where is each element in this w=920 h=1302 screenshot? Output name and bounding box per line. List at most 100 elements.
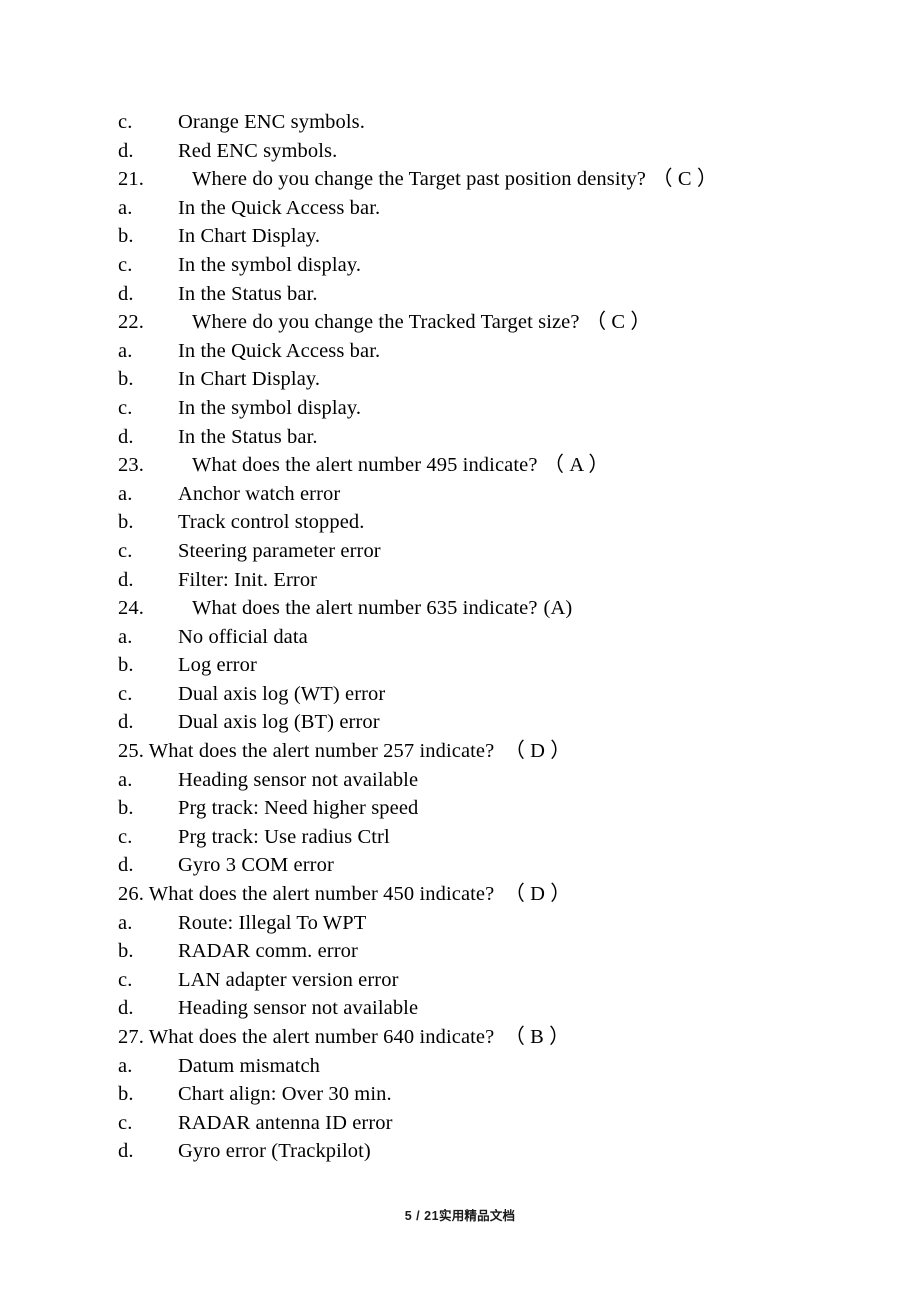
question-number: 21. xyxy=(118,168,144,191)
option-label: c. xyxy=(118,1111,133,1134)
option-text: No official data xyxy=(178,625,308,648)
option-text: In the symbol display. xyxy=(178,396,362,419)
answer-option: c. RADAR antenna ID error xyxy=(118,1109,818,1138)
question-text: Where do you change the Target past posi… xyxy=(192,168,646,191)
answer-option: b. In Chart Display. xyxy=(118,222,818,251)
option-label: a. xyxy=(118,1054,133,1077)
answer-option: b. Track control stopped. xyxy=(118,508,818,537)
option-text: Prg track: Need higher speed xyxy=(178,797,419,820)
option-label: a. xyxy=(118,482,133,505)
option-text: In the Status bar. xyxy=(178,425,318,448)
question-answer: （ D ） xyxy=(504,740,571,763)
option-label: a. xyxy=(118,625,133,648)
option-text: RADAR comm. error xyxy=(178,940,358,963)
answer-option: b. Log error xyxy=(118,651,818,680)
option-label: a. xyxy=(118,911,133,934)
option-text: Log error xyxy=(178,654,257,677)
option-text: Track control stopped. xyxy=(178,511,365,534)
question-number: 22. xyxy=(118,311,144,334)
answer-option: c. Dual axis log (WT) error xyxy=(118,680,818,709)
answer-option: c. Prg track: Use radius Ctrl xyxy=(118,823,818,852)
option-text: Anchor watch error xyxy=(178,482,341,505)
footer-watermark: 实用精品文档 xyxy=(439,1209,516,1223)
option-text: Prg track: Use radius Ctrl xyxy=(178,825,390,848)
option-label: b. xyxy=(118,511,134,534)
question-answer: (A) xyxy=(543,597,573,620)
option-label: d. xyxy=(118,854,134,877)
answer-option: c. Orange ENC symbols. xyxy=(118,108,818,137)
question-answer: （ D ） xyxy=(504,883,571,906)
option-label: d. xyxy=(118,1140,134,1163)
answer-option: c. LAN adapter version error xyxy=(118,966,818,995)
question-number: 27. xyxy=(118,1026,144,1048)
question-text: What does the alert number 635 indicate? xyxy=(192,597,538,620)
option-text: Chart align: Over 30 min. xyxy=(178,1083,392,1106)
option-label: c. xyxy=(118,253,133,276)
question-text: What does the alert number 640 indicate? xyxy=(148,1026,495,1048)
question-number: 26. xyxy=(118,883,144,906)
option-label: d. xyxy=(118,139,134,162)
option-text: LAN adapter version error xyxy=(178,968,399,991)
answer-option: a. In the Quick Access bar. xyxy=(118,337,818,366)
page-footer: 5 / 21实用精品文档 xyxy=(0,1205,920,1224)
option-label: c. xyxy=(118,539,133,562)
option-label: d. xyxy=(118,997,134,1020)
question-text: What does the alert number 495 indicate? xyxy=(192,454,538,477)
option-label: b. xyxy=(118,1083,134,1106)
option-text: In the Quick Access bar. xyxy=(178,196,381,219)
answer-option: d. Filter: Init. Error xyxy=(118,566,818,595)
option-label: c. xyxy=(118,968,133,991)
question-line: 27. What does the alert number 640 indic… xyxy=(118,1023,818,1052)
option-label: b. xyxy=(118,368,134,391)
answer-option: d. Red ENC symbols. xyxy=(118,137,818,166)
answer-option: a. Heading sensor not available xyxy=(118,766,818,795)
question-number: 25. xyxy=(118,740,144,763)
option-label: c. xyxy=(118,111,133,133)
option-text: Dual axis log (WT) error xyxy=(178,682,386,705)
option-text: Steering parameter error xyxy=(178,539,381,562)
question-number: 24. xyxy=(118,597,144,620)
option-text: Heading sensor not available xyxy=(178,997,419,1020)
question-text: What does the alert number 257 indicate? xyxy=(148,740,495,763)
option-text: Gyro error (Trackpilot) xyxy=(178,1140,371,1163)
answer-option: a. In the Quick Access bar. xyxy=(118,194,818,223)
answer-option: b. Prg track: Need higher speed xyxy=(118,794,818,823)
option-text: In the Status bar. xyxy=(178,282,318,305)
option-label: d. xyxy=(118,568,134,591)
option-text: Red ENC symbols. xyxy=(178,139,338,162)
answer-option: d. In the Status bar. xyxy=(118,423,818,452)
question-answer: （ C ） xyxy=(585,311,652,334)
answer-option: d. Heading sensor not available xyxy=(118,994,818,1023)
document-page: c. Orange ENC symbols. d. Red ENC symbols. 2… xyxy=(0,0,920,1302)
answer-option: d. Gyro 3 COM error xyxy=(118,851,818,880)
option-label: b. xyxy=(118,225,134,248)
option-text: Dual axis log (BT) error xyxy=(178,711,380,734)
answer-option: d. Gyro error (Trackpilot) xyxy=(118,1137,818,1166)
option-label: a. xyxy=(118,339,133,362)
answer-option: d. Dual axis log (BT) error xyxy=(118,708,818,737)
answer-option: b. Chart align: Over 30 min. xyxy=(118,1080,818,1109)
option-label: d. xyxy=(118,282,134,305)
question-answer: （ B ） xyxy=(504,1026,570,1048)
option-label: c. xyxy=(118,825,133,848)
answer-option: c. In the symbol display. xyxy=(118,394,818,423)
option-label: a. xyxy=(118,196,133,219)
option-label: d. xyxy=(118,425,134,448)
question-line: 25. What does the alert number 257 indic… xyxy=(118,737,818,766)
question-list: c. Orange ENC symbols. d. Red ENC symbols. 2… xyxy=(118,108,818,1166)
option-text: Route: Illegal To WPT xyxy=(178,911,367,934)
option-text: Orange ENC symbols. xyxy=(178,111,365,133)
question-line: 23. What does the alert number 495 indica… xyxy=(118,451,818,480)
option-label: b. xyxy=(118,797,134,820)
answer-option: b. RADAR comm. error xyxy=(118,937,818,966)
option-text: In the Quick Access bar. xyxy=(178,339,381,362)
question-text: What does the alert number 450 indicate? xyxy=(148,883,495,906)
option-text: Heading sensor not available xyxy=(178,768,419,791)
answer-option: a. No official data xyxy=(118,623,818,652)
option-label: c. xyxy=(118,682,133,705)
question-text: Where do you change the Tracked Target s… xyxy=(192,311,580,334)
question-line: 24. What does the alert number 635 indica… xyxy=(118,594,818,623)
option-text: RADAR antenna ID error xyxy=(178,1111,393,1134)
answer-option: c. In the symbol display. xyxy=(118,251,818,280)
question-answer: （ C ） xyxy=(652,168,718,191)
